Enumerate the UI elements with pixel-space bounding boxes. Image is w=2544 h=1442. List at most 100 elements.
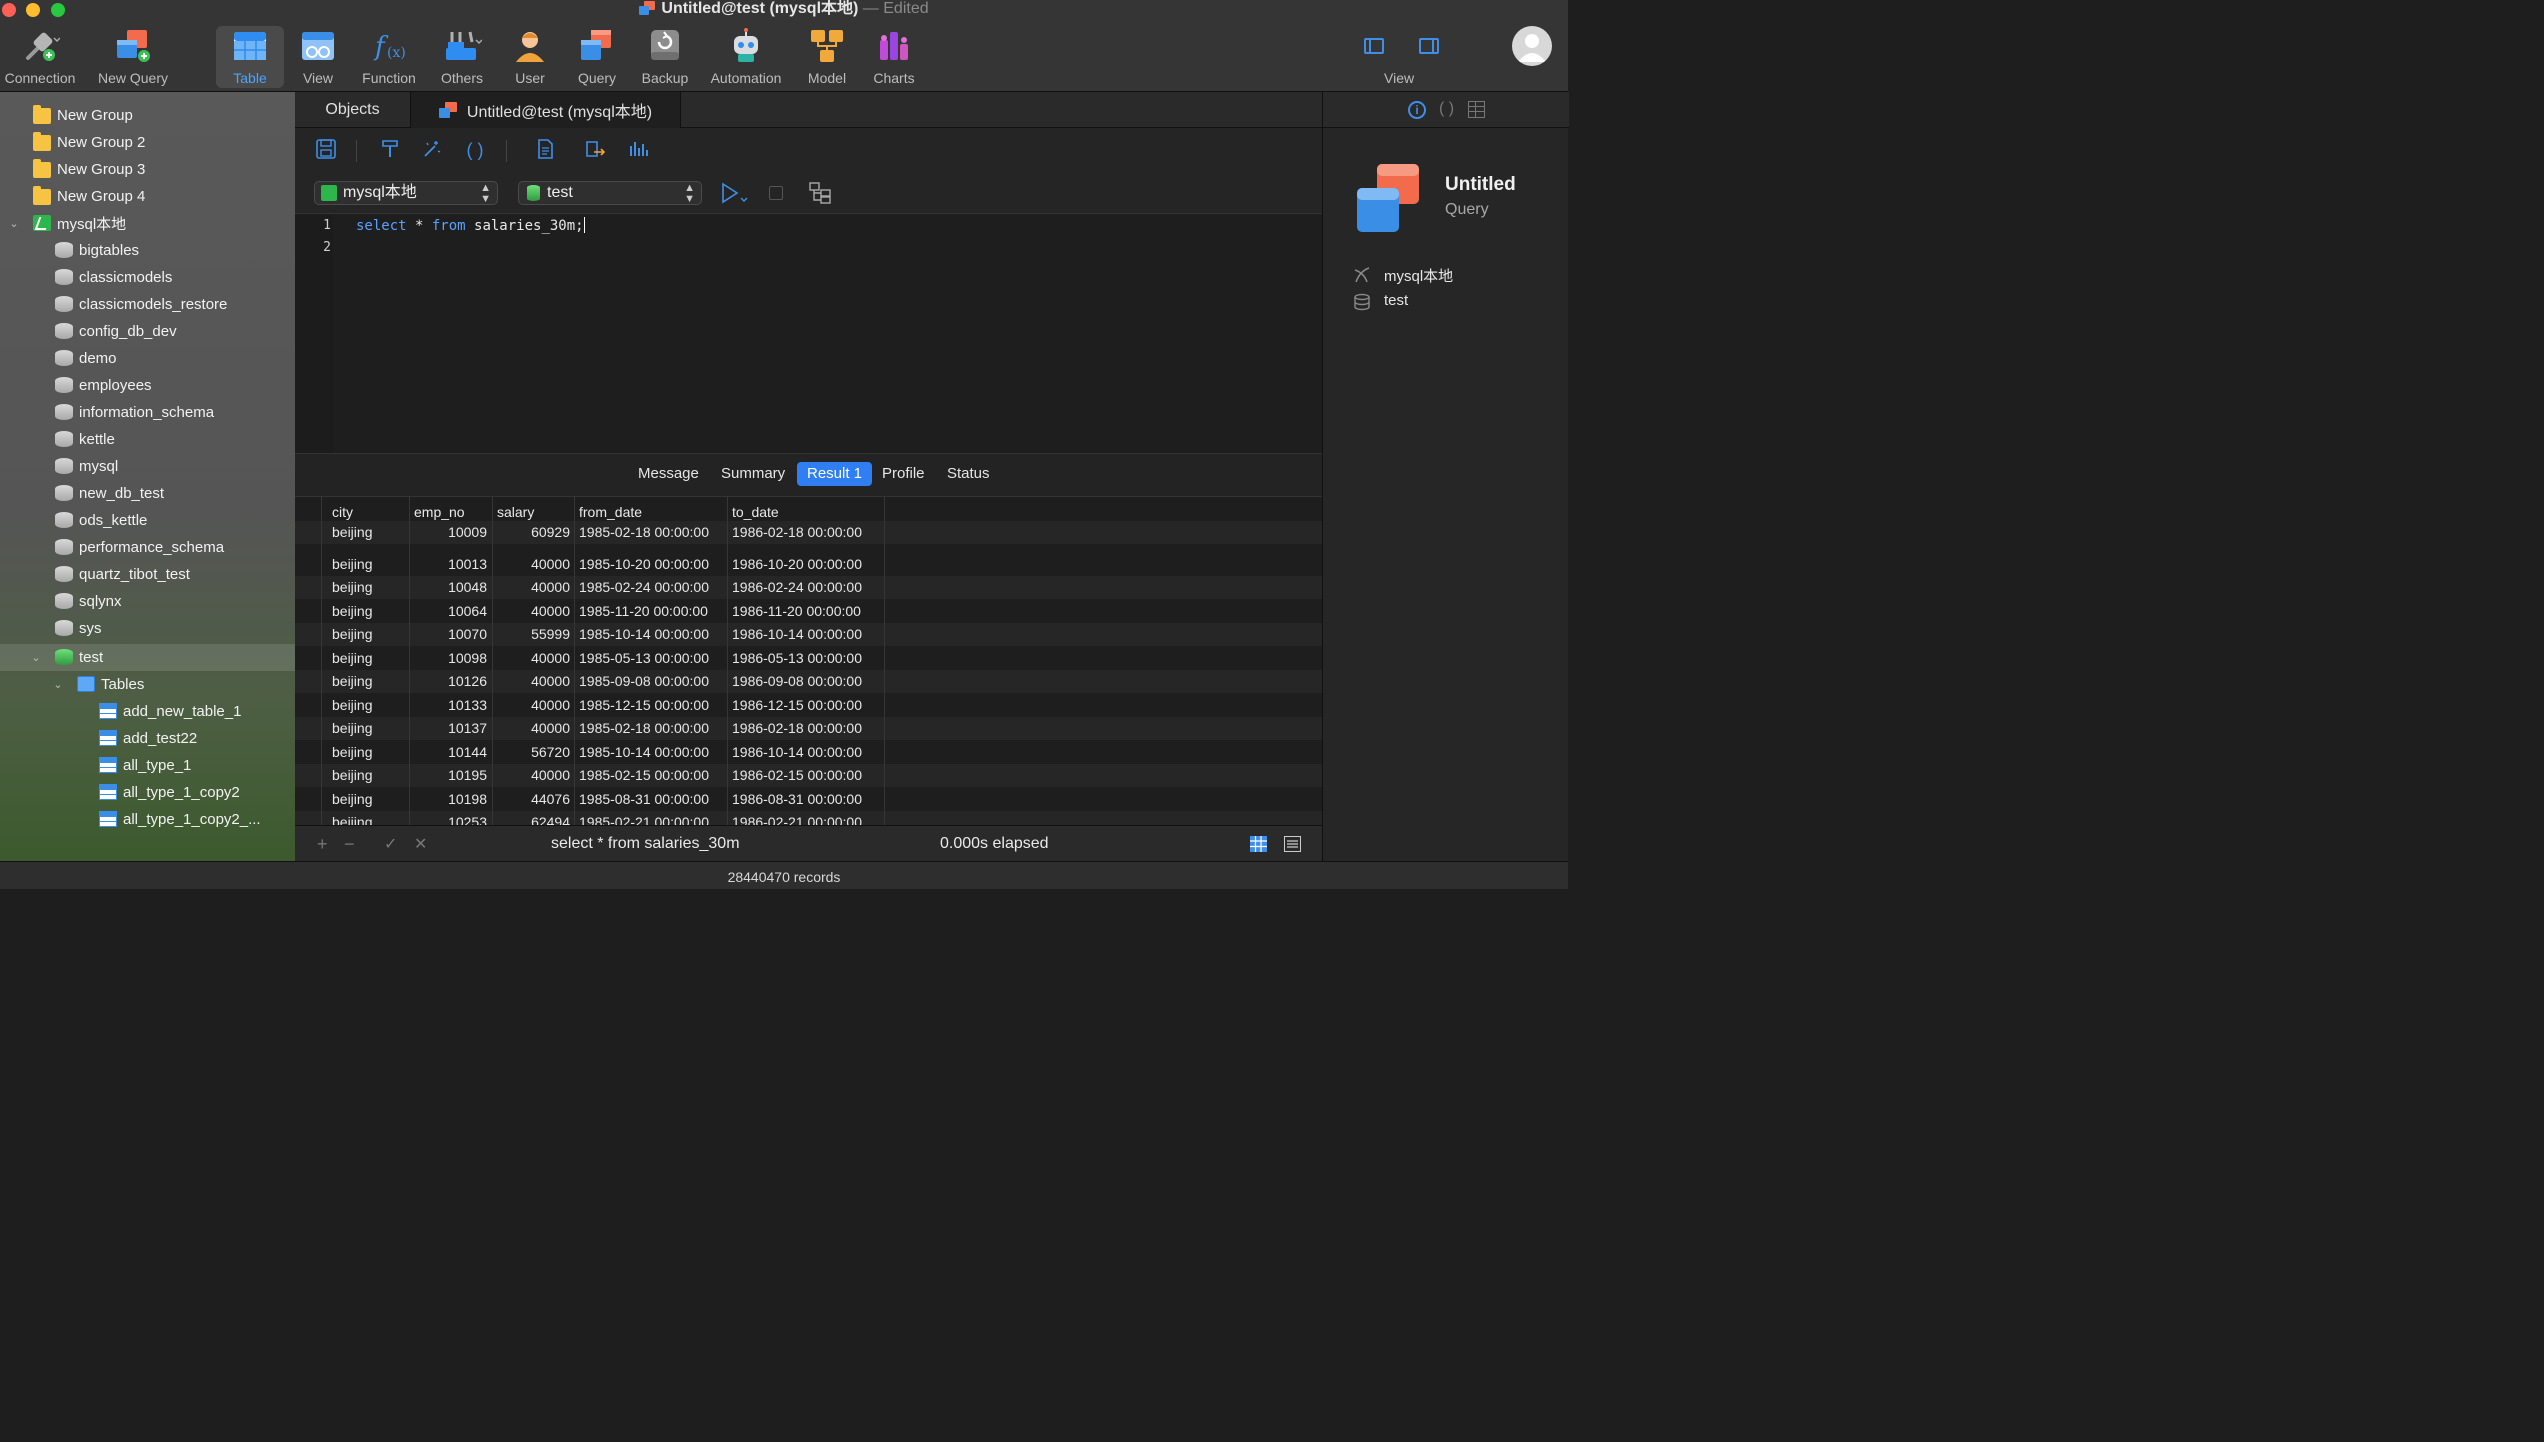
cell-to-date[interactable]: 1986-10-14 00:00:00: [732, 626, 862, 642]
parentheses-button[interactable]: ( ): [463, 138, 487, 162]
toolbar-new-query-button[interactable]: New Query: [96, 26, 170, 88]
chevron-down-icon[interactable]: ⌄: [8, 218, 20, 230]
cell-city[interactable]: beijing: [332, 626, 372, 642]
table-row[interactable]: beijing 10126 40000 1985-09-08 00:00:00 1986…: [295, 670, 1322, 693]
table-row[interactable]: beijing 10048 40000 1985-02-24 00:00:00 1986…: [295, 576, 1322, 599]
cell-city[interactable]: beijing: [332, 556, 372, 572]
info-icon[interactable]: i: [1408, 101, 1426, 119]
form-view-button[interactable]: [1284, 836, 1301, 852]
cell-city[interactable]: beijing: [332, 697, 372, 713]
table-row[interactable]: beijing 10144 56720 1985-10-14 00:00:00 1986…: [295, 741, 1322, 764]
visual-explain-button[interactable]: [627, 138, 651, 162]
cell-to-date[interactable]: 1986-02-24 00:00:00: [732, 579, 862, 595]
toggle-sidebar-button[interactable]: [1364, 36, 1386, 56]
cell-from-date[interactable]: 1985-02-15 00:00:00: [579, 767, 709, 783]
sidebar-database-item[interactable]: information_schema: [0, 399, 295, 426]
sidebar-database-item[interactable]: demo: [0, 345, 295, 372]
save-button[interactable]: [314, 138, 338, 162]
sidebar-table-item[interactable]: all_type_1_copy2: [0, 779, 295, 806]
toolbar-charts-button[interactable]: Charts: [868, 26, 920, 88]
cell-from-date[interactable]: 1985-02-18 00:00:00: [579, 524, 709, 540]
cell-from-date[interactable]: 1985-10-14 00:00:00: [579, 744, 709, 760]
table-row[interactable]: beijing 10198 44076 1985-08-31 00:00:00 1986…: [295, 788, 1322, 811]
toolbar-user-button[interactable]: User: [510, 26, 550, 88]
table-row[interactable]: beijing 10137 40000 1985-02-18 00:00:00 1986…: [295, 717, 1322, 740]
cell-salary[interactable]: 40000: [492, 579, 570, 595]
tab-message[interactable]: Message: [628, 462, 709, 486]
table-row[interactable]: beijing 10098 40000 1985-05-13 00:00:00 1986…: [295, 647, 1322, 670]
cell-emp-no[interactable]: 10098: [409, 650, 487, 666]
sidebar-table-item[interactable]: all_type_1: [0, 752, 295, 779]
cell-to-date[interactable]: 1986-10-20 00:00:00: [732, 556, 862, 572]
cell-to-date[interactable]: 1986-02-21 00:00:00: [732, 814, 862, 825]
table-row[interactable]: beijing 10013 40000 1985-10-20 00:00:00 1986…: [295, 553, 1322, 576]
cell-emp-no[interactable]: 10064: [409, 603, 487, 619]
sidebar-database-item[interactable]: quartz_tibot_test: [0, 561, 295, 588]
tab-query[interactable]: Untitled@test (mysql本地): [410, 92, 681, 128]
ddl-parentheses-icon[interactable]: ( ): [1439, 100, 1454, 118]
cell-salary[interactable]: 40000: [492, 556, 570, 572]
toolbar-others-button[interactable]: Others: [436, 26, 488, 88]
tab-profile[interactable]: Profile: [872, 462, 935, 486]
tab-status[interactable]: Status: [937, 462, 1000, 486]
toolbar-table-button[interactable]: Table: [216, 26, 284, 88]
cell-salary[interactable]: 40000: [492, 603, 570, 619]
cell-emp-no[interactable]: 10009: [409, 524, 487, 540]
sidebar-table-item[interactable]: all_type_1_copy2_...: [0, 806, 295, 833]
table-row[interactable]: beijing 10009 60929 1985-02-18 00:00:00 1986…: [295, 521, 1322, 544]
cell-to-date[interactable]: 1986-02-18 00:00:00: [732, 524, 862, 540]
cell-salary[interactable]: 60929: [492, 524, 570, 540]
cell-from-date[interactable]: 1985-02-24 00:00:00: [579, 579, 709, 595]
toggle-info-panel-button[interactable]: [1419, 36, 1441, 56]
sidebar-tables-node[interactable]: ⌄ Tables: [0, 671, 295, 698]
cell-emp-no[interactable]: 10013: [409, 556, 487, 572]
sidebar-database-item[interactable]: sqlynx: [0, 588, 295, 615]
cell-salary[interactable]: 40000: [492, 767, 570, 783]
cell-city[interactable]: beijing: [332, 767, 372, 783]
cell-salary[interactable]: 40000: [492, 697, 570, 713]
cell-city[interactable]: beijing: [332, 744, 372, 760]
cell-to-date[interactable]: 1986-11-20 00:00:00: [732, 603, 861, 619]
cell-to-date[interactable]: 1986-02-15 00:00:00: [732, 767, 862, 783]
cell-emp-no[interactable]: 10137: [409, 720, 487, 736]
cell-emp-no[interactable]: 10070: [409, 626, 487, 642]
add-row-button[interactable]: +: [317, 834, 328, 855]
table-row[interactable]: beijing 10133 40000 1985-12-15 00:00:00 1986…: [295, 694, 1322, 717]
cell-to-date[interactable]: 1986-08-31 00:00:00: [732, 791, 862, 807]
table-row[interactable]: beijing 10070 55999 1985-10-14 00:00:00 1986…: [295, 623, 1322, 646]
result-grid[interactable]: city emp_no salary from_date to_date bei…: [295, 497, 1322, 825]
cell-emp-no[interactable]: 10253: [409, 814, 487, 825]
toolbar-automation-button[interactable]: Automation: [706, 26, 786, 88]
sidebar-group[interactable]: New Group 4: [0, 183, 295, 210]
discard-changes-button[interactable]: ✕: [414, 834, 427, 854]
database-select[interactable]: test ▲ ▼: [518, 181, 702, 205]
sidebar-database-item[interactable]: kettle: [0, 426, 295, 453]
column-header-salary[interactable]: salary: [497, 504, 534, 520]
cell-emp-no[interactable]: 10144: [409, 744, 487, 760]
toolbar-connection-button[interactable]: Connection: [2, 26, 78, 88]
cell-salary[interactable]: 44076: [492, 791, 570, 807]
apply-changes-button[interactable]: ✓: [384, 834, 397, 854]
cell-from-date[interactable]: 1985-05-13 00:00:00: [579, 650, 709, 666]
table-row[interactable]: beijing 10253 62494 1985-02-21 00:00:00 1986…: [295, 811, 1322, 825]
sidebar-database-item[interactable]: mysql: [0, 453, 295, 480]
toolbar-backup-button[interactable]: Backup: [638, 26, 692, 88]
cell-city[interactable]: beijing: [332, 673, 372, 689]
tab-summary[interactable]: Summary: [711, 462, 795, 486]
table-row[interactable]: beijing 10064 40000 1985-11-20 00:00:00 1986…: [295, 600, 1322, 623]
cell-city[interactable]: beijing: [332, 603, 372, 619]
chevron-down-icon[interactable]: ⌄: [30, 652, 42, 664]
cell-from-date[interactable]: 1985-10-14 00:00:00: [579, 626, 709, 642]
cell-from-date[interactable]: 1985-09-08 00:00:00: [579, 673, 709, 689]
cell-emp-no[interactable]: 10048: [409, 579, 487, 595]
sidebar-database-item[interactable]: classicmodels: [0, 264, 295, 291]
sidebar-database-item[interactable]: bigtables: [0, 237, 295, 264]
cell-to-date[interactable]: 1986-09-08 00:00:00: [732, 673, 862, 689]
query-builder-button[interactable]: [809, 182, 831, 204]
cell-salary[interactable]: 56720: [492, 744, 570, 760]
sidebar-database-item[interactable]: ods_kettle: [0, 507, 295, 534]
sidebar-database-item[interactable]: config_db_dev: [0, 318, 295, 345]
toolbar-query-button[interactable]: Query: [576, 26, 618, 88]
delete-row-button[interactable]: −: [344, 834, 355, 855]
cell-salary[interactable]: 40000: [492, 650, 570, 666]
